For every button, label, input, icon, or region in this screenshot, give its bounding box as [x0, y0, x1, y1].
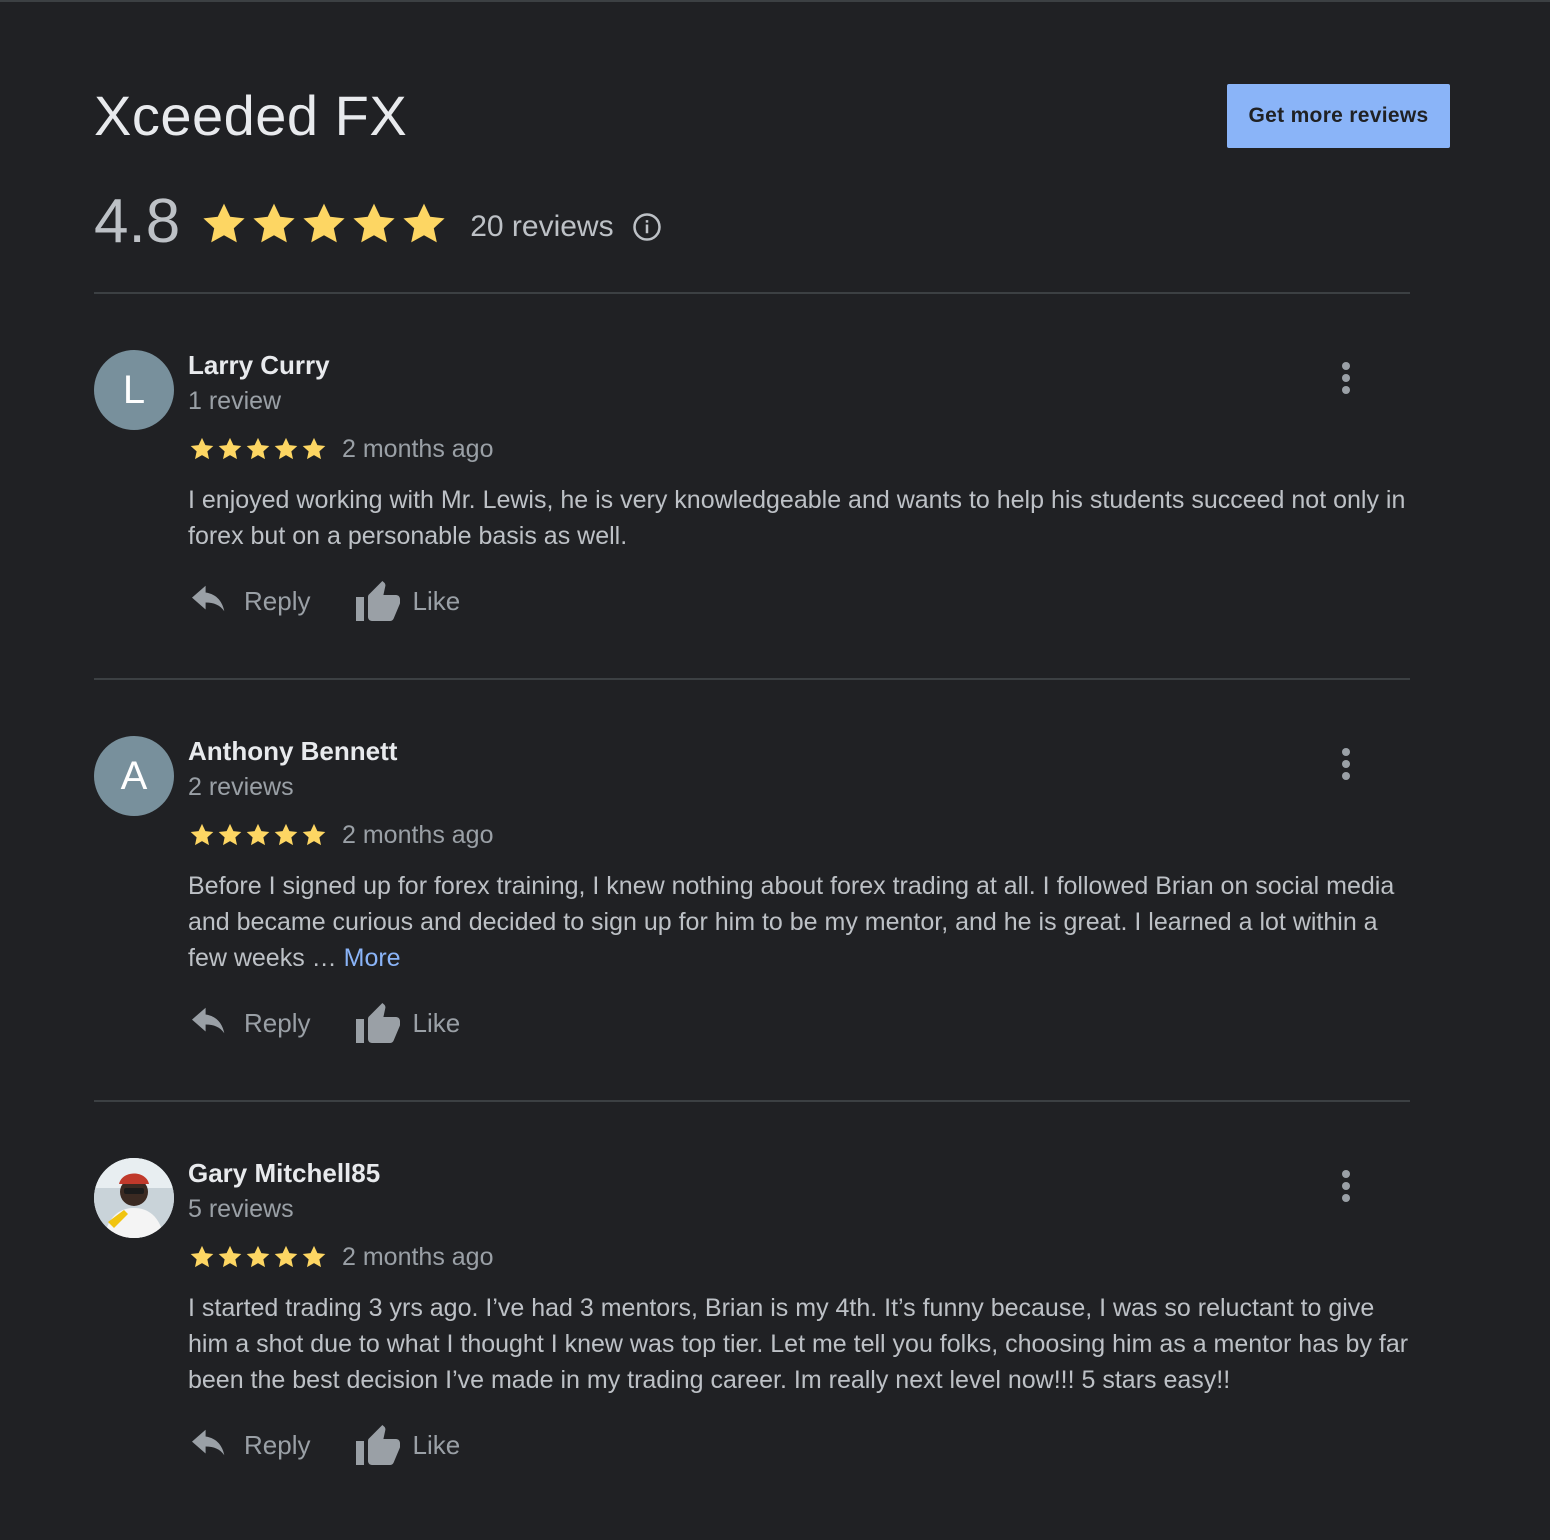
reply-button[interactable]: Reply — [188, 1006, 310, 1040]
more-options-icon[interactable] — [1330, 1166, 1362, 1206]
star-icon — [300, 1243, 328, 1271]
star-icon — [272, 1243, 300, 1271]
like-button[interactable]: Like — [354, 1001, 460, 1045]
overall-rating: 4.8 20 reviews — [94, 182, 662, 262]
reply-label: Reply — [244, 585, 311, 616]
profile-photo — [94, 1158, 174, 1238]
review-stars — [188, 435, 328, 463]
info-icon[interactable] — [632, 212, 662, 242]
thumbs-up-icon — [356, 581, 401, 621]
star-icon — [350, 200, 398, 248]
review-actions: Reply Like — [188, 576, 460, 626]
review-rating: 2 months ago — [188, 1240, 494, 1274]
star-icon — [216, 1243, 244, 1271]
star-icon — [250, 200, 298, 248]
avatar[interactable]: A — [94, 736, 174, 816]
review-time: 2 months ago — [342, 820, 494, 849]
star-icon — [300, 435, 328, 463]
star-icon — [300, 200, 348, 248]
divider — [94, 678, 1410, 680]
reviews-count[interactable]: 20 reviews — [470, 210, 613, 244]
reviewer-name[interactable]: Anthony Bennett — [188, 734, 397, 768]
review-rating: 2 months ago — [188, 432, 494, 466]
review-text: I enjoyed working with Mr. Lewis, he is … — [188, 482, 1418, 554]
reviewer-review-count: 5 reviews — [188, 1195, 294, 1223]
star-icon — [200, 200, 248, 248]
star-icon — [244, 1243, 272, 1271]
get-more-reviews-button[interactable]: Get more reviews — [1227, 84, 1450, 148]
star-icon — [188, 821, 216, 849]
reply-label: Reply — [244, 1007, 311, 1038]
star-icon — [272, 821, 300, 849]
star-icon — [216, 821, 244, 849]
like-button[interactable]: Like — [354, 579, 460, 623]
thumbs-up-icon — [356, 1003, 401, 1043]
reply-label: Reply — [244, 1429, 311, 1460]
like-label: Like — [412, 1007, 461, 1038]
overall-stars — [200, 200, 448, 248]
reviewer-name[interactable]: Gary Mitchell85 — [188, 1156, 380, 1190]
reviews-page: Xceeded FX Get more reviews 4.8 20 revie… — [0, 0, 1550, 1540]
star-icon — [244, 821, 272, 849]
star-icon — [400, 200, 448, 248]
review-stars — [188, 1243, 328, 1271]
review-actions: Reply Like — [188, 1420, 460, 1470]
more-options-icon[interactable] — [1330, 744, 1362, 784]
more-link[interactable]: More — [344, 944, 401, 972]
review-body: I started trading 3 yrs ago. I’ve had 3 … — [188, 1294, 1409, 1394]
rating-value: 4.8 — [94, 187, 181, 256]
like-button[interactable]: Like — [354, 1423, 460, 1467]
star-icon — [272, 435, 300, 463]
reply-icon — [192, 1429, 225, 1456]
like-label: Like — [412, 585, 461, 616]
avatar[interactable] — [94, 1158, 174, 1238]
review-stars — [188, 821, 328, 849]
star-icon — [244, 435, 272, 463]
review-rating: 2 months ago — [188, 818, 494, 852]
reply-button[interactable]: Reply — [188, 584, 310, 618]
reply-icon — [192, 585, 225, 612]
review-actions: Reply Like — [188, 998, 460, 1048]
star-icon — [300, 821, 328, 849]
star-icon — [216, 435, 244, 463]
business-name: Xceeded FX — [94, 84, 408, 147]
review-text: I started trading 3 yrs ago. I’ve had 3 … — [188, 1290, 1418, 1398]
star-icon — [188, 1243, 216, 1271]
reviewer-name[interactable]: Larry Curry — [188, 348, 330, 382]
avatar[interactable]: L — [94, 350, 174, 430]
thumbs-up-icon — [356, 1425, 401, 1465]
reply-icon — [192, 1007, 225, 1034]
review-body: I enjoyed working with Mr. Lewis, he is … — [188, 486, 1406, 550]
reviewer-review-count: 1 review — [188, 387, 282, 415]
review-text: Before I signed up for forex training, I… — [188, 868, 1418, 976]
like-label: Like — [412, 1429, 461, 1460]
more-options-icon[interactable] — [1330, 358, 1362, 398]
star-icon — [188, 435, 216, 463]
reply-button[interactable]: Reply — [188, 1428, 310, 1462]
reviewer-review-count: 2 reviews — [188, 773, 294, 801]
divider — [94, 1100, 1410, 1102]
divider — [94, 292, 1410, 294]
review-time: 2 months ago — [342, 1242, 494, 1271]
review-time: 2 months ago — [342, 434, 494, 463]
